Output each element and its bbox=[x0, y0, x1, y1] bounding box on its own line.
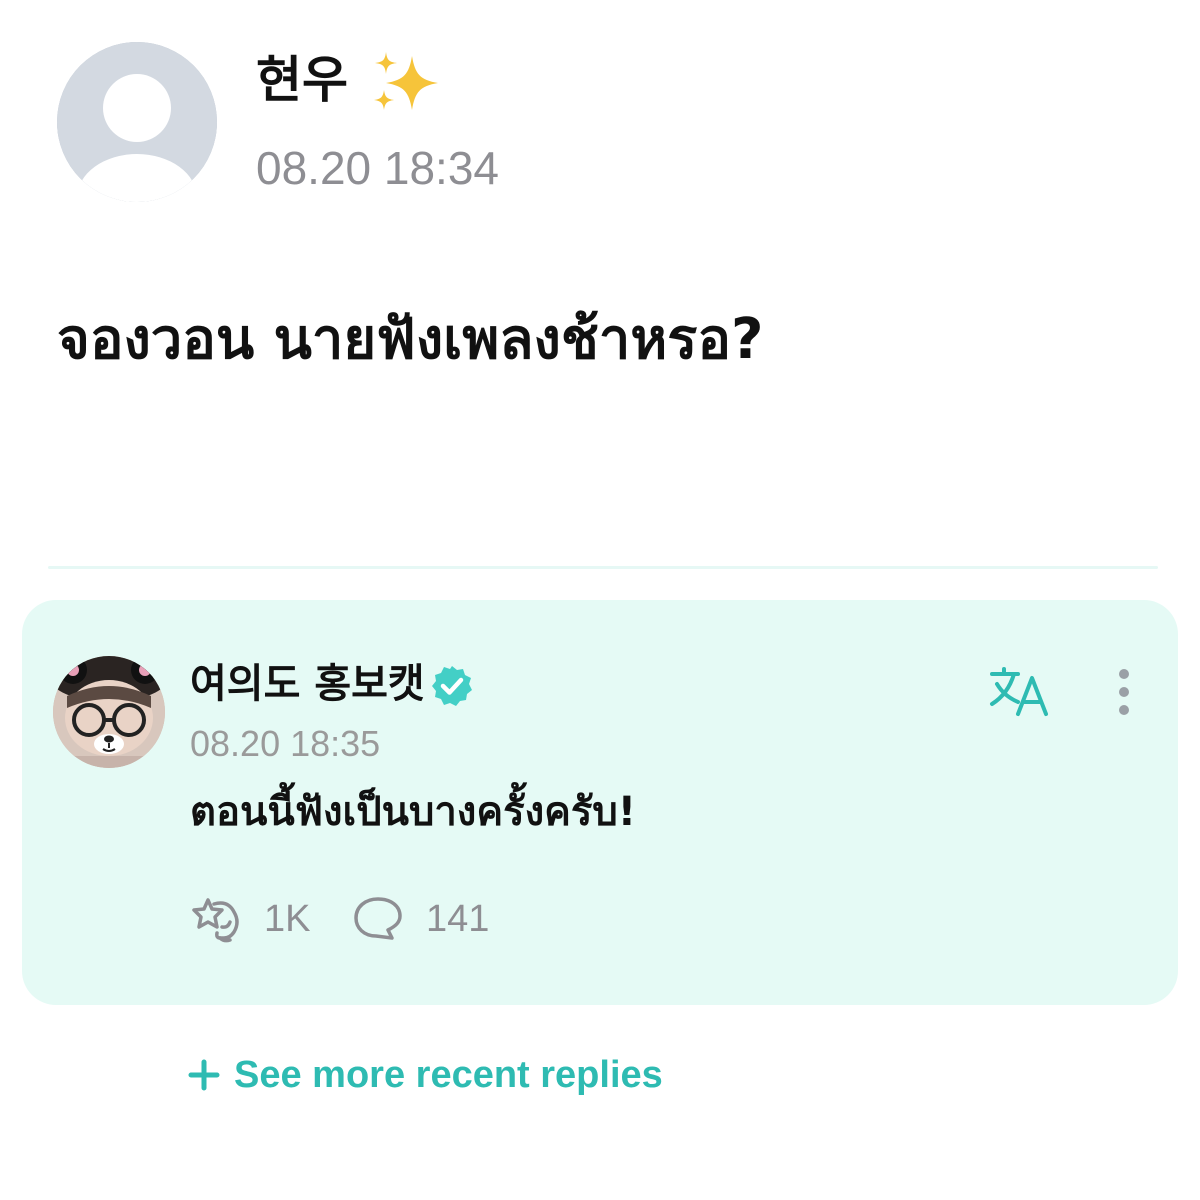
like-button[interactable]: 1K bbox=[190, 894, 310, 944]
translate-icon[interactable] bbox=[988, 666, 1054, 718]
reply-body: ตอนนี้ฟังเป็นบางครั้งครับ! bbox=[190, 789, 636, 835]
reply-timestamp: 08.20 18:35 bbox=[190, 723, 381, 764]
plus-icon bbox=[188, 1059, 220, 1091]
default-user-icon bbox=[57, 42, 217, 202]
post-timestamp: 08.20 18:34 bbox=[256, 142, 500, 194]
sparkles-icon bbox=[374, 52, 438, 110]
main-post: 현우 08.20 18:34 จองวอน นายฟังเพลงช้าหรอ? bbox=[0, 0, 1200, 570]
more-options-icon[interactable] bbox=[1104, 668, 1144, 720]
comment-button[interactable]: 141 bbox=[352, 894, 489, 944]
post-body: จองวอน นายฟังเพลงช้าหรอ? bbox=[57, 307, 764, 372]
see-more-label: See more recent replies bbox=[234, 1054, 663, 1096]
avatar-photo bbox=[53, 656, 165, 768]
verified-badge-icon bbox=[432, 666, 472, 706]
divider bbox=[48, 566, 1158, 569]
see-more-replies-button[interactable]: See more recent replies bbox=[188, 1048, 663, 1102]
post-author-name[interactable]: 현우 bbox=[256, 50, 348, 110]
comment-bubble-icon bbox=[354, 897, 402, 940]
reply-author-avatar[interactable] bbox=[53, 656, 165, 768]
author-avatar[interactable] bbox=[57, 42, 217, 202]
reply-card[interactable]: 여의도 홍보캣 08.20 18:35 ตอนนี้ฟังเป็นบางครั้… bbox=[22, 600, 1178, 1005]
comment-count: 141 bbox=[426, 898, 490, 940]
like-count: 1K bbox=[264, 898, 311, 940]
like-star-icon bbox=[192, 898, 239, 943]
reply-author-name[interactable]: 여의도 홍보캣 bbox=[190, 660, 425, 708]
